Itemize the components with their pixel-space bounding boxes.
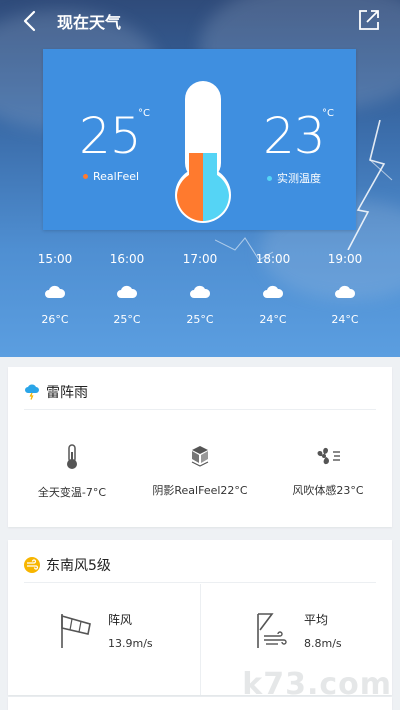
wind-badge-icon bbox=[24, 557, 40, 573]
wind-flag-icon bbox=[257, 613, 287, 648]
thermometer-icon bbox=[67, 444, 77, 469]
measured-temp: 23 bbox=[263, 107, 326, 165]
realfeel-unit: °C bbox=[138, 108, 150, 119]
thermometer-graphic bbox=[175, 81, 231, 223]
hourly-time: 16:00 bbox=[109, 252, 145, 266]
divider-vertical bbox=[200, 584, 201, 695]
measured-unit: °C bbox=[322, 108, 334, 119]
stat-label: 全天变温-7°C bbox=[37, 486, 107, 499]
site-watermark: k73.com bbox=[242, 667, 392, 702]
condition-title: 雷阵雨 bbox=[46, 385, 88, 401]
average-wind-item: 平均 8.8m/s bbox=[252, 610, 342, 650]
average-label: 平均 bbox=[304, 612, 329, 627]
hourly-item: 15:00 26°C bbox=[25, 252, 85, 326]
hourly-item: 19:00 24°C bbox=[315, 252, 375, 326]
hourly-time: 18:00 bbox=[255, 252, 291, 266]
hourly-item: 16:00 25°C bbox=[97, 252, 157, 326]
condition-card: 雷阵雨 全天变温-7°C 阴影RealFeel22°C 风吹体感23°C bbox=[8, 367, 392, 527]
hourly-time: 17:00 bbox=[182, 252, 218, 266]
stat-item: 阴影RealFeel22°C bbox=[136, 444, 264, 498]
stat-label: 阴影RealFeel22°C bbox=[152, 484, 248, 497]
fan-icon bbox=[317, 447, 340, 465]
hourly-item: 18:00 24°C bbox=[243, 252, 303, 326]
measured-legend: 实测温度 bbox=[267, 170, 321, 186]
gust-text: 阵风 13.9m/s bbox=[108, 611, 153, 650]
hourly-item: 17:00 25°C bbox=[170, 252, 230, 326]
page-title: 现在天气 bbox=[57, 13, 122, 32]
gust-item: 阵风 13.9m/s bbox=[56, 610, 153, 650]
cloud-icon bbox=[45, 285, 66, 298]
hourly-time: 15:00 bbox=[37, 252, 73, 266]
cloud-icon bbox=[263, 285, 284, 298]
hourly-temp: 25°C bbox=[186, 313, 214, 326]
stat-item: 全天变温-7°C bbox=[8, 444, 136, 500]
back-arrow-icon[interactable] bbox=[18, 8, 44, 34]
hourly-forecast: 15:00 26°C 16:00 25°C 17:00 25°C 18:00 2… bbox=[0, 252, 400, 347]
realfeel-dot bbox=[83, 174, 88, 179]
weather-hero: 现在天气 25 °C RealFeel 23 °C 实测温度 15:00 26°… bbox=[0, 0, 400, 357]
average-value: 8.8m/s bbox=[304, 636, 342, 650]
hourly-temp: 25°C bbox=[113, 313, 141, 326]
gust-label: 阵风 bbox=[108, 612, 133, 627]
stat-label: 风吹体感23°C bbox=[292, 484, 364, 497]
stat-item: 风吹体感23°C bbox=[264, 444, 392, 498]
divider bbox=[24, 409, 376, 410]
wind-header: 东南风5级 bbox=[24, 555, 111, 575]
measured-dot bbox=[267, 175, 272, 181]
average-text: 平均 8.8m/s bbox=[304, 611, 342, 650]
cloud-icon bbox=[335, 285, 356, 298]
windsock-icon bbox=[61, 614, 91, 648]
share-icon[interactable] bbox=[358, 9, 380, 31]
realfeel-temp: 25 bbox=[79, 107, 142, 165]
cloud-icon bbox=[117, 285, 138, 298]
measured-label: 实测温度 bbox=[277, 172, 321, 185]
hourly-temp: 24°C bbox=[259, 313, 287, 326]
top-bar: 现在天气 bbox=[0, 0, 400, 42]
hourly-temp: 24°C bbox=[331, 313, 359, 326]
wind-title: 东南风5级 bbox=[46, 558, 111, 574]
gust-value: 13.9m/s bbox=[108, 636, 153, 650]
condition-header: 雷阵雨 bbox=[24, 382, 88, 402]
hourly-temp: 26°C bbox=[41, 313, 69, 326]
realfeel-legend: RealFeel bbox=[83, 170, 139, 183]
hourly-time: 19:00 bbox=[327, 252, 363, 266]
shade-cube-icon bbox=[191, 446, 209, 467]
thunderstorm-icon bbox=[25, 384, 39, 400]
cloud-icon bbox=[190, 285, 211, 298]
temperature-card: 25 °C RealFeel 23 °C 实测温度 bbox=[43, 49, 356, 230]
realfeel-label: RealFeel bbox=[93, 170, 140, 183]
divider bbox=[24, 582, 376, 583]
